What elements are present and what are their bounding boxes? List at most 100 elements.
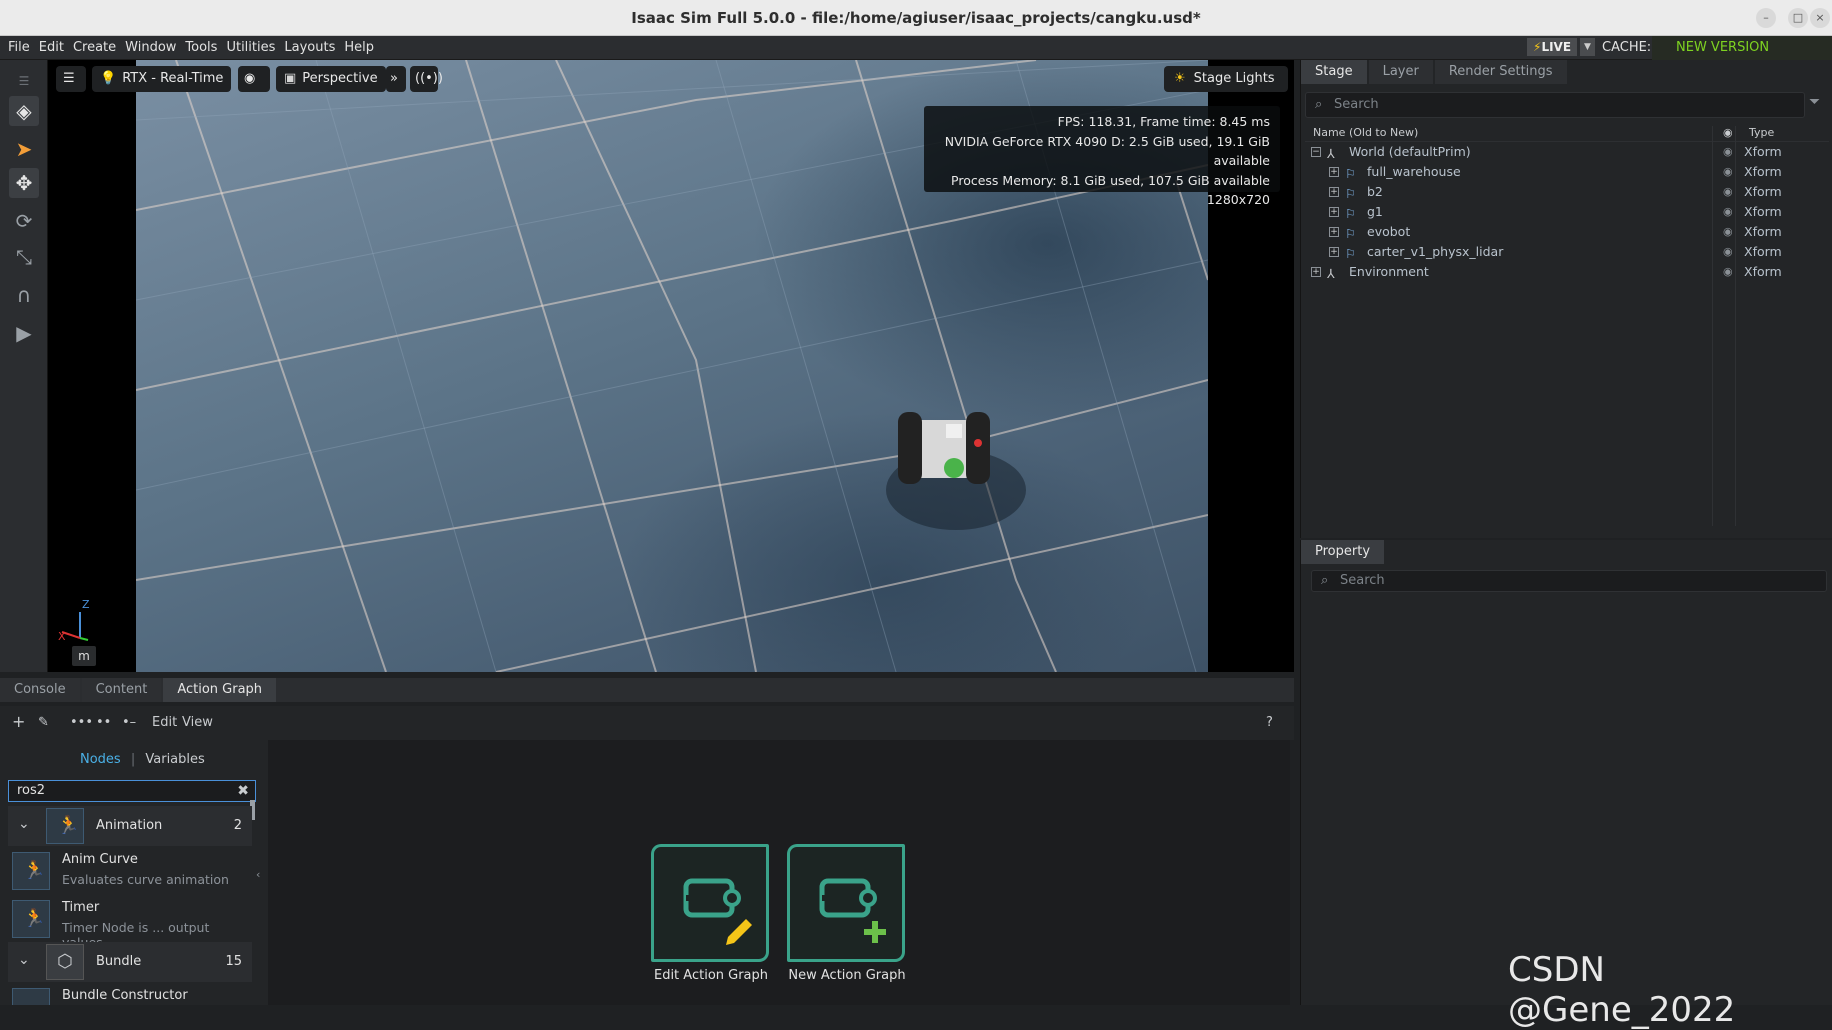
- live-button[interactable]: ⚡LIVE: [1527, 38, 1578, 56]
- asset-icon: ⚐: [1345, 206, 1357, 221]
- filter-icon[interactable]: ⏷: [1809, 94, 1820, 110]
- tab-layer[interactable]: Layer: [1368, 60, 1433, 84]
- eye-icon[interactable]: ◉: [1723, 142, 1733, 162]
- rotate-tool-icon[interactable]: ⟳: [9, 206, 39, 236]
- maximize-button[interactable]: □: [1788, 8, 1808, 28]
- stage-search-input[interactable]: ⌕ Search: [1305, 92, 1805, 118]
- node-anim-curve[interactable]: 🏃 Anim Curve Evaluates curve animation: [8, 848, 252, 894]
- bundle-icon: ⬡: [46, 944, 84, 980]
- broadcast-button[interactable]: ((•)): [410, 66, 443, 92]
- eye-icon[interactable]: ◉: [1723, 222, 1733, 242]
- menu-utilities[interactable]: Utilities: [226, 40, 275, 55]
- tab-action-graph[interactable]: Action Graph: [163, 678, 277, 702]
- node-bundle-constructor[interactable]: Bundle Constructor: [8, 984, 252, 1005]
- expand-icon[interactable]: +: [1329, 227, 1339, 237]
- animation-icon: 🏃: [12, 852, 50, 890]
- help-icon[interactable]: ?: [1266, 715, 1273, 730]
- tab-stage[interactable]: Stage: [1301, 60, 1367, 84]
- tab-console[interactable]: Console: [0, 678, 80, 702]
- camera-button[interactable]: ▣ Perspective: [276, 66, 386, 92]
- tree-row-world[interactable]: − ⅄ World (defaultPrim) ◉ Xform: [1305, 142, 1829, 162]
- menu-edit[interactable]: Edit: [39, 40, 64, 55]
- clear-search-icon[interactable]: ✖: [237, 781, 249, 801]
- stage-lights-button[interactable]: ☀ Stage Lights: [1164, 66, 1288, 92]
- node-search-input[interactable]: ros2 ✖: [8, 780, 256, 802]
- eye-icon[interactable]: ◉: [1723, 202, 1733, 222]
- action-graph-toolbar: + ✎ ••• •• •– Edit View ?: [0, 706, 1294, 740]
- visibility-button[interactable]: ◉: [238, 66, 270, 92]
- expand-icon[interactable]: +: [1311, 267, 1321, 277]
- menu-layouts[interactable]: Layouts: [284, 40, 335, 55]
- add-icon[interactable]: +: [12, 712, 25, 731]
- tree-row-full-warehouse[interactable]: + ⚐ full_warehouse ◉ Xform: [1305, 162, 1829, 182]
- viewport-settings-button[interactable]: ☰: [56, 66, 86, 92]
- eye-icon[interactable]: ◉: [1723, 182, 1733, 202]
- expand-icon[interactable]: +: [1329, 167, 1339, 177]
- collapse-sidebar-icon[interactable]: ‹: [256, 868, 260, 881]
- chevron-down-icon[interactable]: ⌄: [18, 816, 30, 832]
- edit-menu[interactable]: Edit: [152, 715, 177, 730]
- animation-icon: 🏃: [46, 808, 84, 844]
- menu-window[interactable]: Window: [125, 40, 176, 55]
- expand-icon[interactable]: +: [1329, 187, 1339, 197]
- dot-one-icon[interactable]: •–: [122, 715, 136, 730]
- category-animation[interactable]: ⌄ 🏃 Animation 2: [8, 806, 252, 846]
- stage-panel: Stage Layer Render Settings ⌕ Search ⏷ N…: [1300, 60, 1832, 538]
- category-bundle[interactable]: ⌄ ⬡ Bundle 15: [8, 942, 252, 982]
- fps-readout: FPS: 118.31, Frame time: 8.45 ms: [1057, 114, 1270, 129]
- tree-row-environment[interactable]: + ⅄ Environment ◉ Xform: [1305, 262, 1829, 282]
- bottom-tabs: Console Content Action Graph: [0, 678, 1294, 702]
- menu-tools[interactable]: Tools: [185, 40, 217, 55]
- tab-variables[interactable]: Variables: [145, 752, 204, 767]
- select-mode-icon[interactable]: ◈: [9, 96, 39, 126]
- menu-file[interactable]: File: [8, 40, 30, 55]
- select-arrow-icon[interactable]: ➤: [9, 134, 39, 164]
- node-timer[interactable]: 🏃 Timer Timer Node is ... output values.: [8, 896, 252, 950]
- tab-render-settings[interactable]: Render Settings: [1434, 60, 1567, 84]
- collapse-icon[interactable]: −: [1311, 147, 1321, 157]
- minimize-button[interactable]: –: [1756, 8, 1776, 28]
- tree-row-carter[interactable]: + ⚐ carter_v1_physx_lidar ◉ Xform: [1305, 242, 1829, 262]
- snap-magnet-icon[interactable]: ∩: [9, 280, 39, 310]
- menu-help[interactable]: Help: [344, 40, 374, 55]
- expand-icon[interactable]: +: [1329, 207, 1339, 217]
- bottom-panel: Console Content Action Graph + ✎ ••• •• …: [0, 678, 1294, 1005]
- tree-row-b2[interactable]: + ⚐ b2 ◉ Xform: [1305, 182, 1829, 202]
- gpu-readout: NVIDIA GeForce RTX 4090 D: 2.5 GiB used,…: [944, 133, 1270, 169]
- dots-three-icon[interactable]: •••: [70, 715, 93, 730]
- tab-nodes[interactable]: Nodes: [80, 752, 121, 767]
- visibility-column-icon: ◉: [1723, 126, 1733, 139]
- dots-two-icon[interactable]: ••: [96, 715, 111, 730]
- pencil-icon[interactable]: ✎: [38, 715, 49, 730]
- view-menu[interactable]: View: [182, 715, 213, 730]
- eye-icon[interactable]: ◉: [1723, 242, 1733, 262]
- tab-content[interactable]: Content: [81, 678, 162, 702]
- lightbulb-icon: 💡: [100, 71, 117, 86]
- scale-tool-icon[interactable]: ⤡: [9, 242, 39, 272]
- chevron-down-icon[interactable]: ⌄: [18, 952, 30, 968]
- move-tool-icon[interactable]: ✥: [9, 168, 39, 198]
- robot[interactable]: [898, 412, 990, 484]
- close-button[interactable]: ×: [1810, 8, 1830, 28]
- cache-label: CACHE:: [1602, 40, 1652, 55]
- renderer-button[interactable]: 💡 RTX - Real-Time: [92, 66, 232, 92]
- bundle-icon: [12, 988, 50, 1005]
- tree-row-g1[interactable]: + ⚐ g1 ◉ Xform: [1305, 202, 1829, 222]
- live-dropdown[interactable]: ▼: [1580, 38, 1595, 56]
- eye-icon[interactable]: ◉: [1723, 162, 1733, 182]
- expand-toolbar-button[interactable]: »: [386, 66, 406, 92]
- edit-action-graph-button[interactable]: [651, 844, 769, 962]
- new-version-notice[interactable]: NEW VERSION DETECTED: [1652, 36, 1832, 79]
- property-search-input[interactable]: ⌕ Search: [1311, 570, 1827, 592]
- tree-row-evobot[interactable]: + ⚐ evobot ◉ Xform: [1305, 222, 1829, 242]
- tab-property[interactable]: Property: [1301, 540, 1385, 564]
- expand-icon[interactable]: +: [1329, 247, 1339, 257]
- play-icon[interactable]: ▶: [9, 318, 39, 348]
- new-action-graph-button[interactable]: [787, 844, 905, 962]
- sun-icon: ☀: [1174, 71, 1186, 86]
- eye-icon[interactable]: ◉: [1723, 262, 1733, 282]
- menu-create[interactable]: Create: [73, 40, 116, 55]
- node-library-tabs: Nodes | Variables: [80, 752, 205, 767]
- resolution-readout: 1280x720: [1206, 192, 1270, 207]
- action-graph-canvas[interactable]: Edit Action Graph New Action Graph: [268, 740, 1290, 1005]
